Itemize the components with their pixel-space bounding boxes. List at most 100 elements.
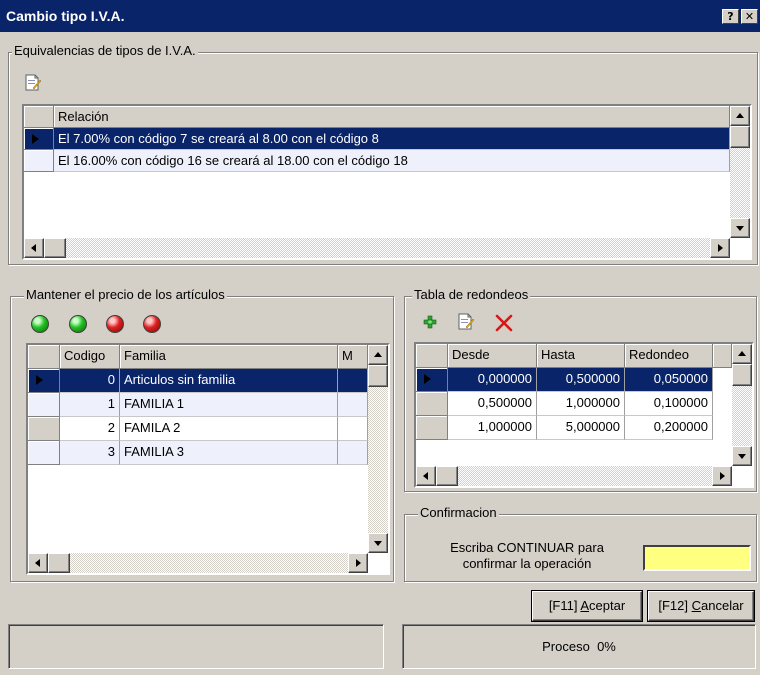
- table-row[interactable]: El 7.00% con código 7 se creará al 8.00 …: [24, 128, 730, 150]
- hasta-cell[interactable]: 5,000000: [537, 416, 625, 440]
- horizontal-scrollbar[interactable]: [416, 466, 732, 486]
- horizontal-scrollbar[interactable]: [24, 238, 730, 258]
- table-row[interactable]: 0 Articulos sin familia: [28, 369, 368, 393]
- scroll-thumb[interactable]: [732, 364, 752, 386]
- redondeo-cell[interactable]: 0,100000: [625, 392, 713, 416]
- relacion-cell[interactable]: El 7.00% con código 7 se creará al 8.00 …: [54, 128, 730, 150]
- accept-prefix: [F11]: [548, 598, 581, 613]
- grid-header-row: Codigo Familia M: [28, 345, 368, 369]
- scroll-right-button[interactable]: [348, 553, 368, 573]
- edit-icon[interactable]: [25, 74, 41, 91]
- column-header-codigo[interactable]: Codigo: [60, 345, 120, 369]
- table-row[interactable]: 0,500000 1,000000 0,100000: [416, 392, 713, 416]
- table-row[interactable]: 2 FAMILA 2: [28, 417, 368, 441]
- close-button[interactable]: ✕: [741, 9, 758, 24]
- led-red-icon[interactable]: [106, 315, 124, 333]
- led-green-icon[interactable]: [69, 315, 87, 333]
- redondeos-grid[interactable]: Desde Hasta Redondeo 0,000000 0,500000 0…: [414, 342, 754, 488]
- hasta-cell[interactable]: 0,500000: [537, 368, 625, 392]
- redondeo-cell[interactable]: 0,200000: [625, 416, 713, 440]
- led-red-icon[interactable]: [143, 315, 161, 333]
- arrow-right-icon: [718, 244, 723, 252]
- grid-header-row: Desde Hasta Redondeo: [416, 344, 732, 368]
- arrow-left-icon: [423, 472, 428, 480]
- hasta-cell[interactable]: 1,000000: [537, 392, 625, 416]
- scroll-thumb[interactable]: [436, 466, 458, 486]
- table-row[interactable]: 1 FAMILIA 1: [28, 393, 368, 417]
- scroll-up-button[interactable]: [730, 106, 750, 126]
- window-title: Cambio tipo I.V.A.: [6, 8, 125, 24]
- column-header-desde[interactable]: Desde: [448, 344, 537, 368]
- familia-cell[interactable]: FAMILIA 3: [120, 441, 338, 465]
- scroll-left-button[interactable]: [24, 238, 44, 258]
- scroll-down-button[interactable]: [368, 533, 388, 553]
- scroll-down-button[interactable]: [732, 446, 752, 466]
- cancel-rest: ancelar: [701, 598, 744, 613]
- scroll-up-button[interactable]: [368, 345, 388, 365]
- codigo-cell[interactable]: 0: [60, 369, 120, 393]
- table-row[interactable]: 0,000000 0,500000 0,050000: [416, 368, 713, 392]
- familia-cell[interactable]: FAMILA 2: [120, 417, 338, 441]
- equivalencias-grid[interactable]: Relación El 7.00% con código 7 se creará…: [22, 104, 752, 260]
- scroll-thumb[interactable]: [730, 126, 750, 148]
- table-row[interactable]: El 16.00% con código 16 se creará al 18.…: [24, 150, 730, 172]
- m-cell[interactable]: [338, 441, 368, 465]
- scroll-down-button[interactable]: [730, 218, 750, 238]
- codigo-cell[interactable]: 2: [60, 417, 120, 441]
- vertical-scrollbar[interactable]: [732, 344, 752, 466]
- column-header-m[interactable]: M: [338, 345, 368, 369]
- cancel-button[interactable]: [F12] Cancelar: [648, 591, 754, 621]
- add-row-icon[interactable]: [421, 313, 439, 331]
- desde-cell[interactable]: 0,500000: [448, 392, 537, 416]
- row-indicator: [416, 416, 448, 440]
- arrow-down-icon: [374, 541, 382, 546]
- column-header-familia[interactable]: Familia: [120, 345, 338, 369]
- row-indicator: [416, 368, 448, 392]
- arrow-up-icon: [738, 351, 746, 356]
- scroll-thumb[interactable]: [48, 553, 70, 573]
- redondeos-title: Tabla de redondeos: [412, 287, 531, 302]
- table-row[interactable]: 1,000000 5,000000 0,200000: [416, 416, 713, 440]
- desde-cell[interactable]: 0,000000: [448, 368, 537, 392]
- table-row[interactable]: 3 FAMILIA 3: [28, 441, 368, 465]
- redondeo-cell[interactable]: 0,050000: [625, 368, 713, 392]
- column-header-redondeo[interactable]: Redondeo: [625, 344, 713, 368]
- scroll-up-button[interactable]: [732, 344, 752, 364]
- scroll-thumb[interactable]: [368, 365, 388, 387]
- vertical-scrollbar[interactable]: [368, 345, 388, 553]
- arrow-up-icon: [374, 352, 382, 357]
- column-header-hasta[interactable]: Hasta: [537, 344, 625, 368]
- edit-icon[interactable]: [458, 313, 474, 330]
- vertical-scrollbar[interactable]: [730, 106, 750, 238]
- progress-label: Proceso: [542, 639, 590, 654]
- familia-cell[interactable]: Articulos sin familia: [120, 369, 338, 393]
- led-green-icon[interactable]: [31, 315, 49, 333]
- scroll-right-button[interactable]: [712, 466, 732, 486]
- scroll-thumb[interactable]: [44, 238, 66, 258]
- codigo-cell[interactable]: 1: [60, 393, 120, 417]
- row-pointer-icon: [36, 375, 43, 385]
- scroll-left-button[interactable]: [416, 466, 436, 486]
- m-cell[interactable]: [338, 393, 368, 417]
- m-cell[interactable]: [338, 417, 368, 441]
- m-cell[interactable]: [338, 369, 368, 393]
- row-pointer-icon: [32, 134, 39, 144]
- relacion-cell[interactable]: El 16.00% con código 16 se creará al 18.…: [54, 150, 730, 172]
- accept-rest: ceptar: [589, 598, 626, 613]
- delete-icon[interactable]: [494, 313, 514, 333]
- scroll-right-button[interactable]: [710, 238, 730, 258]
- confirm-prompt-line2: confirmar la operación: [462, 556, 592, 571]
- familia-cell[interactable]: FAMILIA 1: [120, 393, 338, 417]
- desde-cell[interactable]: 1,000000: [448, 416, 537, 440]
- help-button[interactable]: ?: [722, 9, 739, 24]
- accept-button[interactable]: [F11] Aceptar: [532, 591, 642, 621]
- arrow-down-icon: [736, 226, 744, 231]
- articulos-grid[interactable]: Codigo Familia M 0 Articulos sin familia…: [26, 343, 390, 575]
- confirm-prompt: Escriba CONTINUAR para confirmar la oper…: [420, 540, 634, 572]
- codigo-cell[interactable]: 3: [60, 441, 120, 465]
- title-bar[interactable]: Cambio tipo I.V.A. ? ✕: [0, 0, 760, 32]
- confirm-input[interactable]: [643, 545, 751, 571]
- horizontal-scrollbar[interactable]: [28, 553, 368, 573]
- column-header-relacion[interactable]: Relación: [54, 106, 730, 128]
- scroll-left-button[interactable]: [28, 553, 48, 573]
